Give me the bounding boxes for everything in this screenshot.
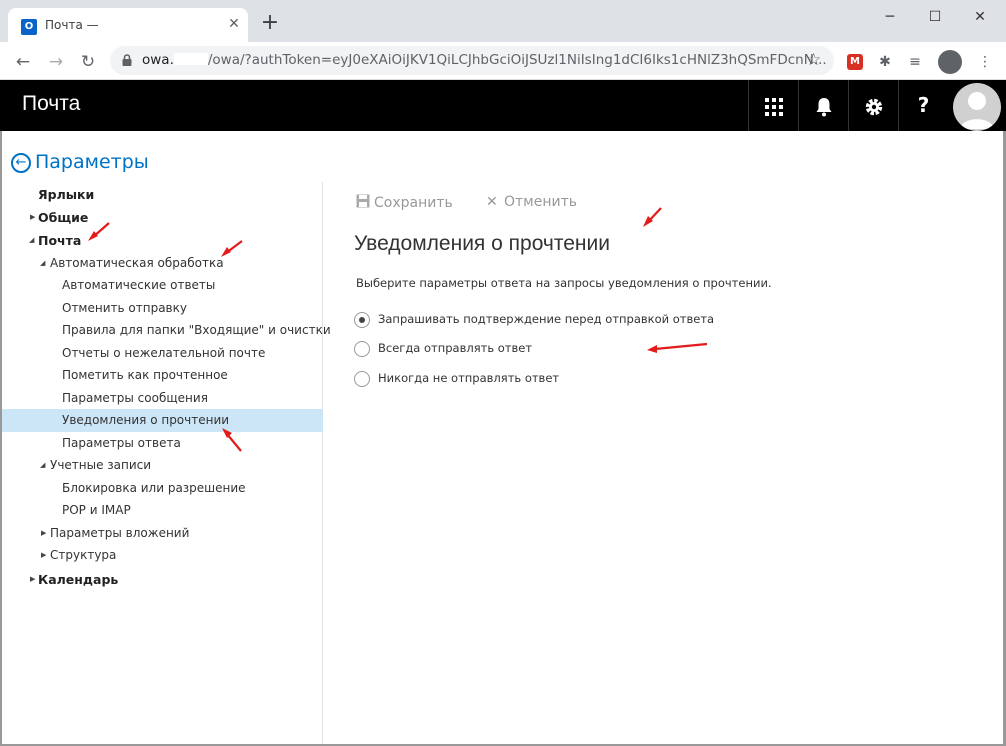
nav-item-label: Блокировка или разрешение [62,481,246,495]
save-button[interactable]: Сохранить [356,194,453,211]
cancel-label: Отменить [504,194,578,210]
settings-button[interactable] [848,80,898,131]
tab-close-icon[interactable]: ✕ [226,16,242,32]
lock-icon [122,54,132,66]
browser-toolbar: ← → ↻ owa. /owa/?authToken=eyJ0eXAiOiJKV1… [0,42,1006,80]
nav-item-undo-send[interactable]: Отменить отправку [2,297,323,320]
floppy-disk-icon [356,194,370,208]
bookmark-star-icon[interactable]: ☆ [806,50,821,70]
app-launcher-button[interactable] [748,80,798,131]
nav-item-label: Почта [38,233,82,248]
nav-item-pop-imap[interactable]: POP и IMAP [2,499,323,522]
extension-m-icon[interactable]: M [847,54,863,70]
nav-item-label: Учетные записи [50,458,152,472]
nav-item-block-or-allow[interactable]: Блокировка или разрешение [2,477,323,500]
browser-menu-icon[interactable]: ⋮ [975,52,995,72]
nav-item-label: Параметры ответа [62,436,181,450]
save-label: Сохранить [374,195,453,211]
waffle-icon [764,97,783,116]
caret-right-icon[interactable]: ▶ [30,206,35,229]
nav-item-message-options[interactable]: Параметры сообщения [2,387,323,410]
radio-button[interactable] [354,371,370,387]
back-circle-arrow-icon[interactable]: ← [11,153,31,173]
nav-item-label: Уведомления о прочтении [62,413,230,427]
outlook-favicon-icon: O [21,19,37,35]
nav-item-label: Правила для папки "Входящие" и очистки [62,323,331,337]
nav-item-automatic-replies[interactable]: Автоматические ответы [2,274,323,297]
caret-down-icon[interactable]: ◢ [40,252,45,275]
nav-item-label: Отчеты о нежелательной почте [62,346,266,360]
nav-item-shortcuts[interactable]: Ярлыки [2,183,323,206]
nav-item-reply-settings[interactable]: Параметры ответа [2,432,323,455]
address-bar[interactable]: owa. /owa/?authToken=eyJ0eXAiOiJKV1QiLCJh… [110,46,834,75]
settings-nav: Ярлыки ▶ Общие ◢ Почта ◢ Автоматическая обр… [2,182,331,744]
radio-label[interactable]: Всегда отправлять ответ [378,341,532,355]
caret-right-icon[interactable]: ▶ [30,568,35,591]
nav-item-accounts[interactable]: ◢ Учетные записи [2,454,323,477]
nav-item-calendar[interactable]: ▶ Календарь [2,568,323,591]
nav-item-label: Календарь [38,572,119,587]
minimize-button[interactable]: ─ [875,6,905,28]
nav-item-general[interactable]: ▶ Общие [2,206,323,229]
help-icon: ? [917,93,930,117]
reading-list-icon[interactable]: ≡ [905,52,925,72]
bell-icon [816,97,831,116]
new-tab-button[interactable]: + [260,12,280,34]
back-arrow-icon[interactable]: ← [12,51,34,73]
settings-content: Сохранить ✕ Отменить Уведомления о прочте… [324,182,1003,744]
page-heading: Уведомления о прочтении [354,232,610,255]
redacted-domain [173,53,208,65]
nav-item-label: Автоматические ответы [62,278,216,292]
nav-item-label: Отменить отправку [62,301,187,315]
extensions-puzzle-icon[interactable]: ✱ [875,52,895,72]
radio-label[interactable]: Запрашивать подтверждение перед отправко… [378,312,714,326]
browser-tab[interactable]: O Почта — ✕ [8,8,248,42]
url-host: owa. [142,52,174,68]
nav-item-junk-reporting[interactable]: Отчеты о нежелательной почте [2,342,323,365]
radio-label[interactable]: Никогда не отправлять ответ [378,371,559,385]
radio-button[interactable] [354,312,370,328]
caret-right-icon[interactable]: ▶ [41,522,46,545]
nav-item-mark-as-read[interactable]: Пометить как прочтенное [2,364,323,387]
caret-down-icon[interactable]: ◢ [29,229,34,252]
help-button[interactable]: ? [898,80,948,131]
reload-icon[interactable]: ↻ [77,51,99,73]
settings-title[interactable]: Параметры [35,151,149,173]
nav-item-label: Структура [50,548,117,562]
tab-title: Почта — [45,18,99,32]
nav-item-label: Параметры сообщения [62,391,208,405]
user-avatar[interactable] [953,83,1001,131]
person-icon [960,92,994,129]
nav-item-mail[interactable]: ◢ Почта [2,229,323,252]
url-text: owa. /owa/?authToken=eyJ0eXAiOiJKV1QiLCJh… [142,52,827,68]
profile-avatar-icon[interactable] [938,50,962,74]
close-window-button[interactable]: ✕ [965,6,995,28]
nav-item-layout[interactable]: ▶ Структура [2,544,323,567]
nav-item-label: Автоматическая обработка [50,256,224,270]
url-path: /owa/?authToken=eyJ0eXAiOiJKV1QiLCJhbGci… [207,52,827,68]
nav-item-label: POP и IMAP [62,503,131,517]
caret-right-icon[interactable]: ▶ [41,544,46,567]
gear-icon [865,98,882,115]
app-bar: Почта ? [0,80,1006,131]
caret-down-icon[interactable]: ◢ [40,454,45,477]
nav-item-label: Параметры вложений [50,526,190,540]
page-description: Выберите параметры ответа на запросы уве… [356,276,772,290]
nav-item-inbox-rules[interactable]: Правила для папки "Входящие" и очистки [2,319,331,342]
radio-button[interactable] [354,341,370,357]
nav-item-read-receipts[interactable]: Уведомления о прочтении [2,409,323,432]
notifications-button[interactable] [798,80,848,131]
nav-item-label: Ярлыки [38,187,95,202]
nav-item-label: Общие [38,210,89,225]
nav-item-automatic-processing[interactable]: ◢ Автоматическая обработка [2,252,323,275]
maximize-button[interactable]: ☐ [920,6,950,28]
app-title[interactable]: Почта [22,92,80,116]
nav-item-label: Пометить как прочтенное [62,368,228,382]
browser-tab-strip: O Почта — ✕ + ─ ☐ ✕ [0,0,1006,42]
nav-item-attachment-options[interactable]: ▶ Параметры вложений [2,522,323,545]
forward-arrow-icon[interactable]: → [45,51,67,73]
close-x-icon: ✕ [486,194,498,210]
cancel-button[interactable]: ✕ Отменить [486,194,577,210]
